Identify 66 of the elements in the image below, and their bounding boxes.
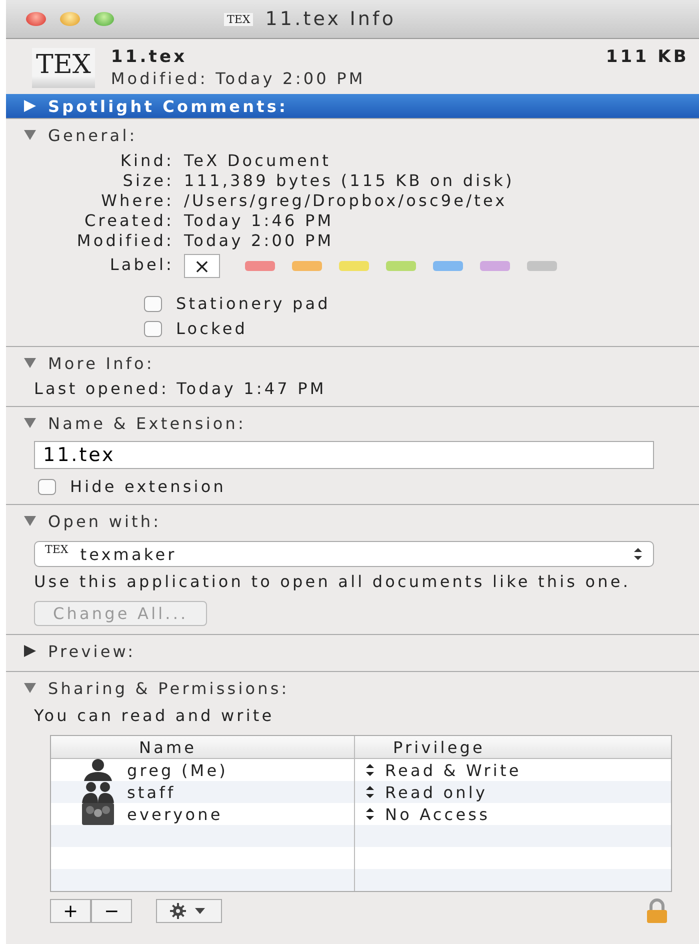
label-swatch[interactable] xyxy=(339,261,369,271)
name-field[interactable]: 11.tex xyxy=(34,441,654,469)
last-opened-text: Last opened: Today 1:47 PM xyxy=(34,379,326,398)
stepper-arrows-icon xyxy=(365,785,375,799)
zoom-button[interactable] xyxy=(94,12,114,26)
section-header[interactable]: Spotlight Comments: xyxy=(6,94,699,118)
privilege-dropdown[interactable]: No Access xyxy=(355,803,671,825)
label-swatch[interactable] xyxy=(245,261,275,271)
field-label: Where: xyxy=(100,191,175,211)
field-value: 111,389 bytes (115 KB on disk) xyxy=(184,171,514,191)
field-value: TeX Document xyxy=(184,151,332,171)
checkbox[interactable] xyxy=(144,320,162,336)
field-value: /Users/greg/Dropbox/osc9e/tex xyxy=(184,191,508,211)
window-title: 11.tex Info xyxy=(265,8,396,30)
stepper-arrows-icon xyxy=(365,763,375,777)
permission-summary: You can read and write xyxy=(34,706,274,725)
section-header[interactable]: Sharing & Permissions: xyxy=(6,676,699,700)
tex-document-icon: TEX xyxy=(224,12,254,26)
lock-icon[interactable] xyxy=(644,898,670,924)
field-value: Today 1:46 PM xyxy=(184,211,334,231)
label-swatch[interactable] xyxy=(527,261,557,271)
privilege-dropdown[interactable]: Read & Write xyxy=(355,759,671,781)
field-label: Created: xyxy=(83,211,175,231)
label-swatch[interactable] xyxy=(292,261,322,271)
checkbox-label: Hide extension xyxy=(70,477,226,496)
file-size: 111 KB xyxy=(606,47,689,67)
field-label: Label: xyxy=(108,254,175,274)
column-header[interactable]: Name xyxy=(51,736,355,758)
column-header[interactable]: Privilege xyxy=(355,736,671,758)
section-header[interactable]: Preview: xyxy=(6,639,699,663)
section-header[interactable]: More Info: xyxy=(6,351,699,375)
label-swatch[interactable] xyxy=(433,261,463,271)
user-name: staff xyxy=(127,782,176,802)
checkbox-label: Locked xyxy=(176,319,248,338)
field-label: Kind: xyxy=(119,151,175,171)
open-with-note: Use this application to open all documents like this one. xyxy=(34,571,631,593)
user-name: greg (Me) xyxy=(127,760,228,780)
section-header[interactable]: Name & Extension: xyxy=(6,411,699,435)
checkbox[interactable] xyxy=(144,296,162,312)
user-name: everyone xyxy=(127,804,223,824)
remove-button[interactable]: − xyxy=(91,899,132,923)
stepper-arrows-icon xyxy=(633,547,643,561)
crowd-icon xyxy=(81,802,115,826)
checkbox[interactable] xyxy=(38,478,56,494)
field-label: Size: xyxy=(122,171,175,191)
no-label-button[interactable]: × xyxy=(184,254,220,278)
app-dropdown[interactable]: TEX texmaker xyxy=(34,541,654,567)
action-menu-button[interactable] xyxy=(156,899,222,923)
modified-date: Modified: Today 2:00 PM xyxy=(110,69,366,88)
label-swatch[interactable] xyxy=(480,261,510,271)
section-header[interactable]: Open with: xyxy=(6,509,699,533)
privilege-dropdown[interactable]: Read only xyxy=(355,781,671,803)
minimize-button[interactable] xyxy=(60,12,80,26)
add-button[interactable]: + xyxy=(50,899,92,923)
tex-app-icon: TEX xyxy=(45,543,68,556)
group-icon xyxy=(81,780,115,804)
field-value: Today 2:00 PM xyxy=(184,231,334,251)
field-label: Modified: xyxy=(76,231,175,251)
close-button[interactable] xyxy=(26,12,46,26)
label-swatch[interactable] xyxy=(386,261,416,271)
checkbox-label: Stationery pad xyxy=(176,294,330,313)
stepper-arrows-icon xyxy=(365,807,375,821)
person-icon xyxy=(81,758,115,782)
section-header[interactable]: General: xyxy=(6,123,699,147)
file-name: 11.tex xyxy=(110,47,188,67)
tex-document-icon: TEX xyxy=(32,48,95,88)
